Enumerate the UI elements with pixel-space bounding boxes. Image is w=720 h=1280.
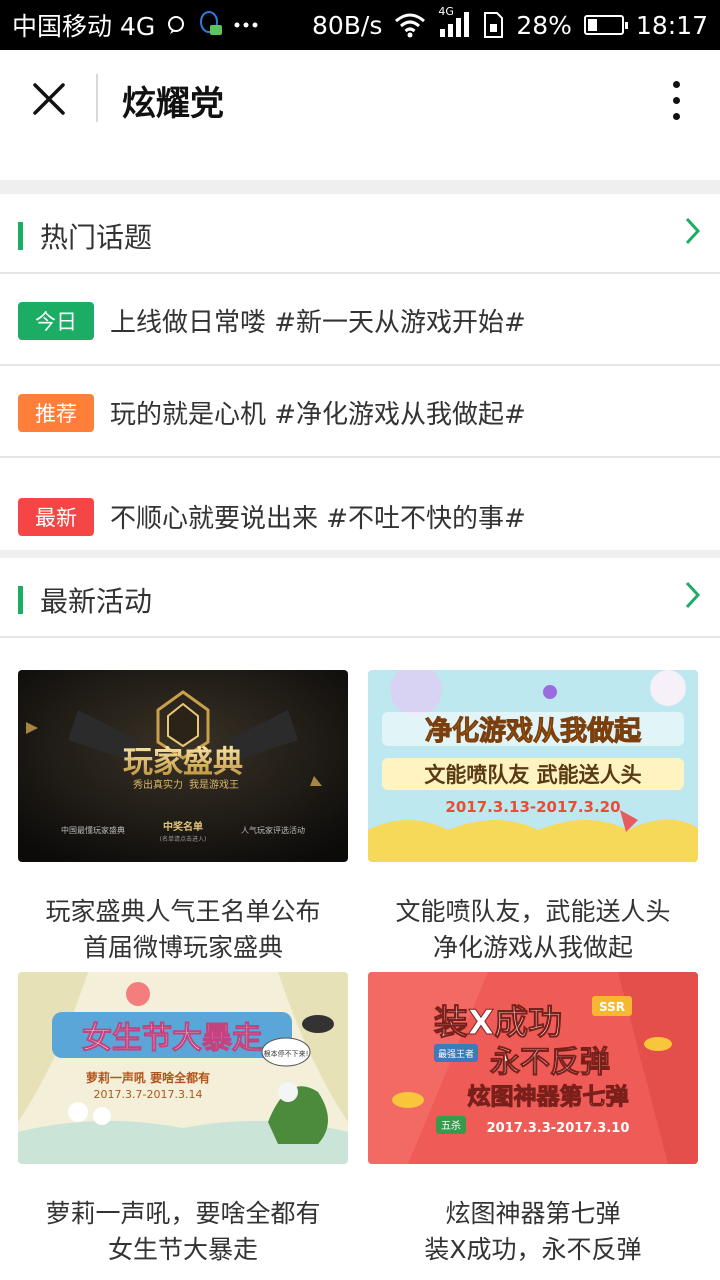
- activity-card[interactable]: 女生节大暴走 萝莉一声吼 要啥全都有 2017.3.7-2017.3.14 根本…: [18, 972, 348, 1268]
- banner-text: 根本停不下来!: [264, 1049, 309, 1058]
- banner-text: 我是游戏王: [189, 778, 239, 791]
- close-icon: [33, 83, 65, 115]
- topic-text: 上线做日常喽 #新一天从游戏开始#: [110, 308, 526, 338]
- banner-text: 中国最懂玩家盛典: [61, 825, 125, 835]
- qq-icon: [197, 11, 223, 39]
- topic-row-recommended[interactable]: 推荐 玩的就是心机 #净化游戏从我做起#: [0, 366, 720, 458]
- battery-icon: [583, 15, 628, 35]
- activity-caption: 炫图神器第七弹 装X成功，永不反弹: [368, 1196, 698, 1268]
- activity-card[interactable]: 玩家盛典 秀出真实力 我是游戏王 中国最懂玩家盛典 中奖名单 (名单请点击进入)…: [18, 670, 348, 966]
- banner-text: 中奖名单: [163, 820, 203, 833]
- badge-recommended: 推荐: [18, 394, 94, 432]
- message-icon: [165, 14, 187, 36]
- banner-text: 炫图神器第七弹: [468, 1083, 629, 1110]
- more-menu-button[interactable]: [656, 72, 696, 128]
- banner-text: 五杀: [441, 1119, 461, 1132]
- activity-banner: 装X成功 永不反弹 炫图神器第七弹 SSR 最强王者 五杀 2017.3.3-2…: [368, 972, 698, 1164]
- topic-text: 玩的就是心机 #净化游戏从我做起#: [110, 400, 526, 430]
- activity-banner: 女生节大暴走 萝莉一声吼 要啥全都有 2017.3.7-2017.3.14 根本…: [18, 972, 348, 1164]
- chevron-right-icon: [685, 581, 701, 609]
- network-speed: 80B/s: [311, 10, 383, 40]
- caption-line: 净化游戏从我做起: [432, 933, 633, 962]
- signal-icon: 4G: [438, 5, 470, 39]
- activity-banner: 净化游戏从我做起 文能喷队友 武能送人头 2017.3.13-2017.3.20: [368, 670, 698, 862]
- chevron-right-icon: [685, 217, 701, 245]
- close-button[interactable]: [20, 70, 78, 128]
- hot-topics-title: 热门话题: [40, 221, 153, 254]
- banner-text: 秀出真实力: [133, 778, 183, 791]
- caption-line: 玩家盛典人气王名单公布: [45, 897, 321, 926]
- activities-header[interactable]: 最新活动: [0, 558, 720, 638]
- title-bar: 炫耀党: [0, 50, 720, 180]
- banner-text: 2017.3.7-2017.3.14: [94, 1088, 203, 1101]
- banner-text: (名单请点击进入): [160, 835, 207, 843]
- activity-caption: 玩家盛典人气王名单公布 首届微博玩家盛典: [18, 894, 348, 966]
- section-accent-bar: [18, 222, 23, 250]
- more-notifications-icon: [233, 21, 259, 29]
- banner-text: 玩家盛典: [123, 745, 243, 780]
- topic-row-latest[interactable]: 最新 不顺心就要说出来 #不吐不快的事#: [0, 458, 720, 550]
- banner-text: 萝莉一声吼 要啥全都有: [86, 1070, 210, 1085]
- banner-text: SSR: [599, 1000, 625, 1014]
- network-type-label: 4G: [438, 5, 454, 18]
- activities-title: 最新活动: [40, 585, 153, 618]
- hot-topics-header[interactable]: 热门话题: [0, 194, 720, 274]
- section-accent-bar: [18, 586, 23, 614]
- banner-text: 装X成功: [434, 1003, 562, 1043]
- activity-card[interactable]: 装X成功 永不反弹 炫图神器第七弹 SSR 最强王者 五杀 2017.3.3-2…: [368, 972, 698, 1268]
- caption-line: 文能喷队友，武能送人头: [395, 897, 671, 926]
- activity-card[interactable]: 净化游戏从我做起 文能喷队友 武能送人头 2017.3.13-2017.3.20…: [368, 670, 698, 966]
- banner-text: 最强王者: [438, 1049, 474, 1060]
- topic-text: 不顺心就要说出来 #不吐不快的事#: [110, 504, 526, 534]
- caption-line: 炫图神器第七弹: [445, 1199, 621, 1228]
- page-title: 炫耀党: [122, 84, 224, 124]
- banner-text: 净化游戏从我做起: [425, 716, 642, 747]
- banner-text: 女生节大暴走: [82, 1021, 262, 1056]
- status-bar: 中国移动 4G 80B/s 4G 28% 18:17: [0, 0, 720, 50]
- carrier-label: 中国移动 4G: [12, 12, 156, 41]
- banner-text: 永不反弹: [490, 1045, 610, 1080]
- badge-latest: 最新: [18, 498, 94, 536]
- banner-text: 文能喷队友 武能送人头: [424, 763, 641, 787]
- clock: 18:17: [635, 10, 708, 40]
- section-gap: [0, 180, 720, 194]
- activity-banner: 玩家盛典 秀出真实力 我是游戏王 中国最懂玩家盛典 中奖名单 (名单请点击进入)…: [18, 670, 348, 862]
- section-gap: [0, 550, 720, 558]
- banner-text: 人气玩家评选活动: [241, 825, 305, 835]
- caption-line: 萝莉一声吼，要啥全都有: [45, 1199, 321, 1228]
- banner-text: 2017.3.3-2017.3.10: [487, 1121, 630, 1136]
- sim-icon: [482, 12, 504, 38]
- topic-row-today[interactable]: 今日 上线做日常喽 #新一天从游戏开始#: [0, 274, 720, 366]
- title-divider: [96, 74, 98, 122]
- badge-today: 今日: [18, 302, 94, 340]
- wifi-icon: [394, 12, 426, 38]
- banner-text: 2017.3.13-2017.3.20: [445, 798, 620, 816]
- caption-line: 装X成功，永不反弹: [424, 1235, 642, 1264]
- battery-percent: 28%: [516, 10, 572, 40]
- caption-line: 首届微博玩家盛典: [82, 933, 283, 962]
- activity-caption: 文能喷队友，武能送人头 净化游戏从我做起: [368, 894, 698, 966]
- caption-line: 女生节大暴走: [107, 1235, 258, 1264]
- activity-caption: 萝莉一声吼，要啥全都有 女生节大暴走: [18, 1196, 348, 1268]
